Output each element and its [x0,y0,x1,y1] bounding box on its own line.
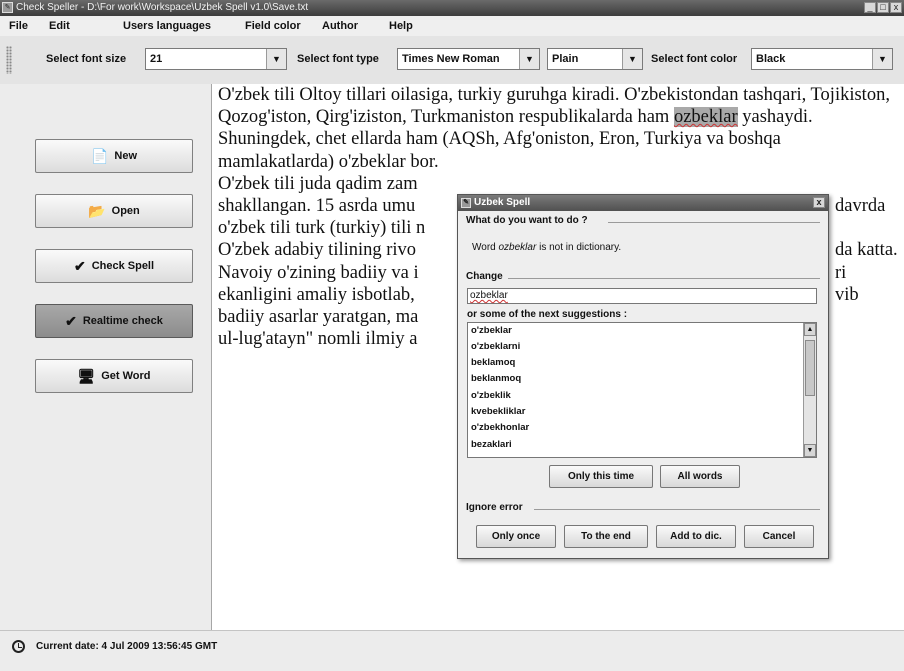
app-icon: ✎ [461,198,471,208]
open-button[interactable]: 📂 Open [35,194,193,228]
editor-text-segment: davrda [835,196,886,217]
list-item[interactable]: o'zbekhonlar [471,422,529,433]
spellcheck-icon: ✔ [65,313,77,329]
scrollbar-thumb[interactable] [805,340,815,396]
dialog-title: Uzbek Spell [474,197,531,208]
ignore-group-label: Ignore error [466,502,523,513]
font-type-value: Times New Roman [402,53,500,65]
status-bar: Current date: 4 Jul 2009 13:56:45 GMT [0,630,904,671]
get-word-button[interactable]: 🖥 Get Word [35,359,193,393]
window-title-bar: ✎ Check Speller - D:\For work\Workspace\… [0,0,904,16]
status-date: Current date: 4 Jul 2009 13:56:45 GMT [36,641,218,652]
only-once-button[interactable]: Only once [476,525,556,548]
editor-text-segment: da katta. [835,240,898,261]
menu-edit[interactable]: Edit [49,20,70,32]
message-text: Word [472,242,499,253]
list-item[interactable]: beklanmoq [471,373,521,384]
chevron-down-icon[interactable]: ▼ [872,49,892,69]
font-toolbar: Select font size 21 ▼ Select font type T… [0,36,904,85]
new-button-label: New [114,150,138,162]
font-color-label: Select font color [651,53,738,65]
new-file-icon: 📄 [90,148,109,164]
scroll-up-icon[interactable]: ▲ [804,323,816,336]
chevron-down-icon[interactable]: ▼ [622,49,642,69]
change-word-input[interactable]: ozbeklar [467,288,817,304]
message-text: is not in dictionary. [536,242,622,253]
toolbar-grip[interactable] [6,46,12,74]
list-item[interactable]: bezaklari [471,439,512,450]
close-icon[interactable]: x [813,197,825,208]
clock-icon [12,640,25,653]
dialog-title-bar[interactable]: ✎ Uzbek Spell x [458,195,828,211]
font-size-select[interactable]: 21 ▼ [145,48,287,70]
cancel-button[interactable]: Cancel [744,525,814,548]
window-title: Check Speller - D:\For work\Workspace\Uz… [16,2,309,13]
editor-text-segment: O'zbek adabiy tilining rivo [218,240,417,261]
new-button[interactable]: 📄 New [35,139,193,173]
scroll-down-icon[interactable]: ▼ [804,444,816,457]
menu-bar: File Edit Users languages Field color Au… [0,16,904,36]
font-color-select[interactable]: Black ▼ [751,48,893,70]
sidebar: 📄 New 📂 Open ✔ Check Spell ✔ Realtime ch… [0,84,211,630]
menu-field-color[interactable]: Field color [245,20,301,32]
menu-users-languages[interactable]: Users languages [123,20,211,32]
get-word-button-label: Get Word [101,370,151,382]
spellcheck-icon: ✔ [73,258,86,274]
realtime-check-button[interactable]: ✔ Realtime check [35,304,193,338]
menu-help[interactable]: Help [389,20,413,32]
minimize-icon[interactable]: _ [864,2,876,13]
change-group-label: Change [466,271,503,282]
chevron-down-icon[interactable]: ▼ [266,49,286,69]
font-style-select[interactable]: Plain ▼ [547,48,643,70]
open-folder-icon: 📂 [88,203,106,219]
font-size-label: Select font size [46,53,127,65]
message-word: ozbeklar [498,242,537,253]
change-word-value: ozbeklar [470,290,508,301]
close-icon[interactable]: x [890,2,902,13]
app-icon: ✎ [2,2,13,13]
open-button-label: Open [111,205,140,217]
suggestions-scrollbar[interactable]: ▲ ▼ [803,323,816,457]
action-group-label: What do you want to do ? [466,215,588,226]
font-size-value: 21 [150,53,163,65]
to-the-end-button[interactable]: To the end [564,525,648,548]
editor-paragraph: O'zbek tili Oltoy tillari oilasiga, turk… [218,84,898,173]
editor-text-segment: ekanligini amaliy isbotlab, [218,284,415,305]
font-style-value: Plain [552,53,579,65]
maximize-icon[interactable]: □ [877,2,889,13]
divider [608,222,820,223]
list-item[interactable]: o'zbeklar [471,325,512,336]
editor-text-segment: vib [835,284,859,305]
add-to-dictionary-button[interactable]: Add to dic. [656,525,736,548]
font-type-label: Select font type [297,53,379,65]
divider [508,278,820,279]
menu-file[interactable]: File [9,20,28,32]
check-spell-button-label: Check Spell [91,260,155,272]
font-type-select[interactable]: Times New Roman ▼ [397,48,540,70]
suggestions-label: or some of the next suggestions : [467,309,628,320]
spell-dialog: ✎ Uzbek Spell x What do you want to do ?… [457,194,829,559]
window-controls: _ □ x [864,2,902,13]
editor-line: O'zbek tili juda qadim zam [218,173,418,194]
list-item[interactable]: kvebekliklar [471,406,525,417]
editor-text-segment: Navoiy o'zining badiiy va i [218,262,419,283]
realtime-check-button-label: Realtime check [82,315,163,327]
list-item[interactable]: beklamoq [471,357,515,368]
divider [534,509,820,510]
suggestions-list[interactable]: o'zbeklar o'zbeklarni beklamoq beklanmoq… [467,322,817,458]
misspelled-word[interactable]: ozbeklar [673,107,738,128]
menu-author[interactable]: Author [322,20,358,32]
editor-text-segment: shakllangan. 15 asrda umu [218,196,416,217]
dictionary-message: Word ozbeklar is not in dictionary. [472,242,621,253]
font-color-value: Black [756,53,786,65]
all-words-button[interactable]: All words [660,465,740,488]
monitor-icon: 🖥 [77,368,96,384]
chevron-down-icon[interactable]: ▼ [519,49,539,69]
check-spell-button[interactable]: ✔ Check Spell [35,249,193,283]
list-item[interactable]: o'zbeklarni [471,341,520,352]
editor-text-segment: ri [835,262,847,283]
list-item[interactable]: o'zbeklik [471,390,511,401]
only-this-time-button[interactable]: Only this time [549,465,653,488]
